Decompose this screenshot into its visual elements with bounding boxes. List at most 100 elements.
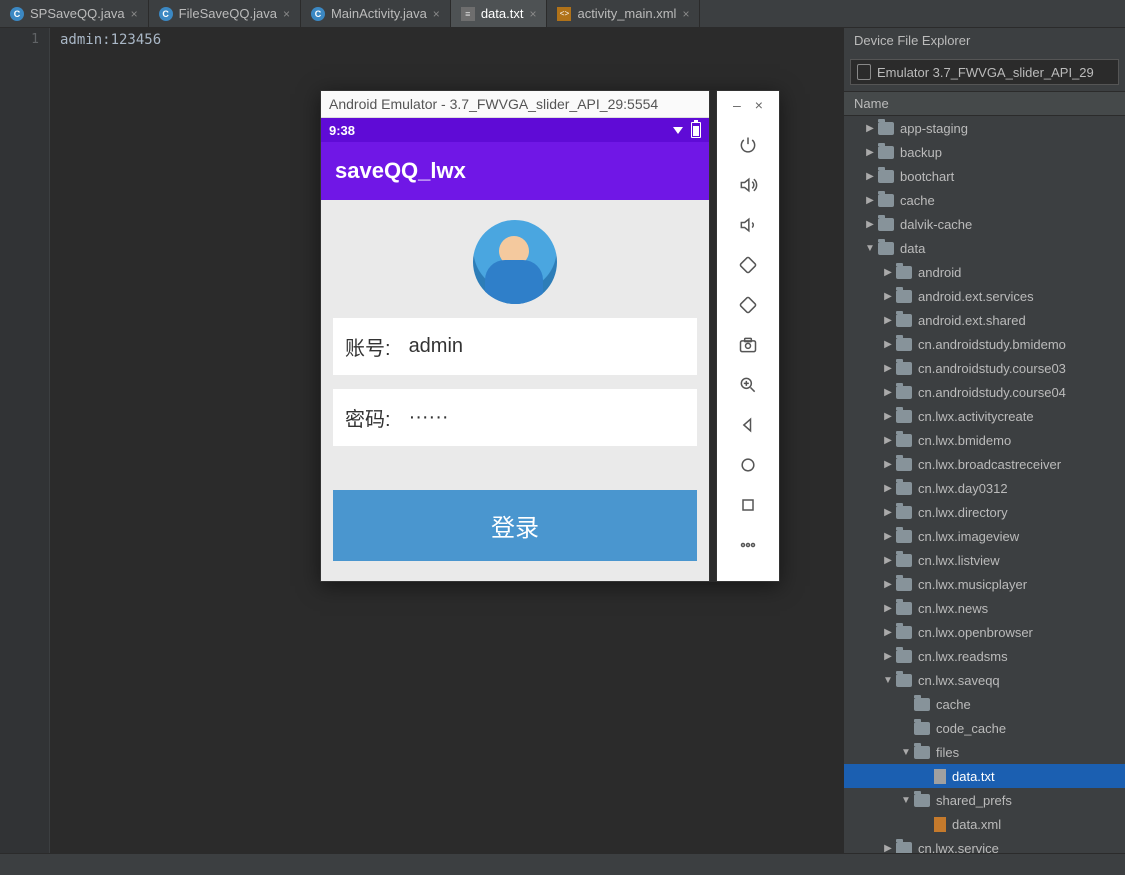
- close-icon[interactable]: ×: [529, 7, 536, 21]
- expand-arrow-icon[interactable]: ▶: [880, 267, 896, 278]
- expand-arrow-icon[interactable]: ▶: [880, 459, 896, 470]
- expand-arrow-icon[interactable]: ▶: [880, 531, 896, 542]
- tree-folder[interactable]: ▶cn.lwx.listview: [844, 548, 1125, 572]
- tree-folder[interactable]: ▼shared_prefs: [844, 788, 1125, 812]
- expand-arrow-icon[interactable]: ▶: [880, 651, 896, 662]
- tree-folder[interactable]: ▶app-staging: [844, 116, 1125, 140]
- tree-folder[interactable]: ▶cn.lwx.news: [844, 596, 1125, 620]
- editor-tabs: CSPSaveQQ.java×CFileSaveQQ.java×CMainAct…: [0, 0, 1125, 28]
- editor-tab[interactable]: CMainActivity.java×: [301, 0, 451, 27]
- tree-folder[interactable]: ▶android.ext.services: [844, 284, 1125, 308]
- expand-arrow-icon[interactable]: ▶: [880, 627, 896, 638]
- editor-tab[interactable]: ≡data.txt×: [451, 0, 548, 27]
- folder-icon: [914, 794, 930, 807]
- tree-folder[interactable]: ▼cn.lwx.saveqq: [844, 668, 1125, 692]
- tree-folder[interactable]: ▶cn.lwx.directory: [844, 500, 1125, 524]
- tree-folder[interactable]: ▶cn.lwx.broadcastreceiver: [844, 452, 1125, 476]
- folder-icon: [878, 170, 894, 183]
- rotate-right-icon[interactable]: [736, 293, 760, 317]
- expand-arrow-icon[interactable]: ▼: [862, 243, 878, 254]
- tree-folder[interactable]: ▶dalvik-cache: [844, 212, 1125, 236]
- expand-arrow-icon[interactable]: ▶: [880, 291, 896, 302]
- expand-arrow-icon[interactable]: ▶: [880, 555, 896, 566]
- xml-file-icon: <>: [557, 7, 571, 21]
- close-icon[interactable]: ×: [283, 7, 290, 21]
- tree-folder[interactable]: ▶cn.lwx.readsms: [844, 644, 1125, 668]
- camera-icon[interactable]: [736, 333, 760, 357]
- tree-folder[interactable]: ▶cn.androidstudy.bmidemo: [844, 332, 1125, 356]
- account-input[interactable]: [409, 335, 685, 358]
- tree-folder[interactable]: ▶cn.lwx.openbrowser: [844, 620, 1125, 644]
- account-field[interactable]: 账号:: [333, 318, 697, 375]
- tree-folder[interactable]: ▶cn.androidstudy.course04: [844, 380, 1125, 404]
- emulator-minimize[interactable]: –: [733, 97, 741, 113]
- expand-arrow-icon[interactable]: ▶: [880, 603, 896, 614]
- back-icon[interactable]: [736, 413, 760, 437]
- tree-folder[interactable]: ▶cn.lwx.musicplayer: [844, 572, 1125, 596]
- folder-icon: [878, 146, 894, 159]
- tree-folder[interactable]: ▶android.ext.shared: [844, 308, 1125, 332]
- folder-icon: [878, 218, 894, 231]
- expand-arrow-icon[interactable]: ▶: [880, 483, 896, 494]
- expand-arrow-icon[interactable]: ▶: [880, 363, 896, 374]
- expand-arrow-icon[interactable]: ▼: [898, 795, 914, 806]
- close-icon[interactable]: ×: [682, 7, 689, 21]
- home-icon[interactable]: [736, 453, 760, 477]
- expand-arrow-icon[interactable]: ▶: [880, 387, 896, 398]
- close-icon[interactable]: ×: [131, 7, 138, 21]
- txt-file-icon: [934, 769, 946, 784]
- tree-folder[interactable]: ▶backup: [844, 140, 1125, 164]
- tree-folder[interactable]: ▼files: [844, 740, 1125, 764]
- editor-tab[interactable]: <>activity_main.xml×: [547, 0, 700, 27]
- expand-arrow-icon[interactable]: ▼: [880, 675, 896, 686]
- emulator-close[interactable]: ×: [755, 97, 763, 113]
- expand-arrow-icon[interactable]: ▶: [880, 579, 896, 590]
- expand-arrow-icon[interactable]: ▶: [880, 339, 896, 350]
- expand-arrow-icon[interactable]: ▶: [880, 435, 896, 446]
- tree-folder[interactable]: ▶bootchart: [844, 164, 1125, 188]
- expand-arrow-icon[interactable]: ▶: [862, 123, 878, 134]
- editor-tab[interactable]: CSPSaveQQ.java×: [0, 0, 149, 27]
- tab-label: MainActivity.java: [331, 6, 427, 21]
- expand-arrow-icon[interactable]: ▼: [898, 747, 914, 758]
- tree-folder[interactable]: ▶cn.androidstudy.course03: [844, 356, 1125, 380]
- tree-folder[interactable]: ▶cn.lwx.activitycreate: [844, 404, 1125, 428]
- tree-folder[interactable]: ▶cn.lwx.imageview: [844, 524, 1125, 548]
- expand-arrow-icon[interactable]: ▶: [880, 411, 896, 422]
- expand-arrow-icon[interactable]: ▶: [862, 171, 878, 182]
- login-button[interactable]: 登录: [333, 490, 697, 561]
- tree-folder[interactable]: code_cache: [844, 716, 1125, 740]
- expand-arrow-icon[interactable]: ▶: [880, 843, 896, 854]
- tree-file[interactable]: data.xml: [844, 812, 1125, 836]
- tree-folder[interactable]: ▶ android: [844, 260, 1125, 284]
- password-label: 密码:: [345, 403, 391, 432]
- volume-up-icon[interactable]: [736, 173, 760, 197]
- zoom-icon[interactable]: [736, 373, 760, 397]
- password-field[interactable]: 密码:: [333, 389, 697, 446]
- close-icon[interactable]: ×: [433, 7, 440, 21]
- volume-down-icon[interactable]: [736, 213, 760, 237]
- device-selector[interactable]: Emulator 3.7_FWVGA_slider_API_29: [850, 59, 1119, 85]
- overview-icon[interactable]: [736, 493, 760, 517]
- editor-tab[interactable]: CFileSaveQQ.java×: [149, 0, 301, 27]
- expand-arrow-icon[interactable]: ▶: [862, 195, 878, 206]
- emulator-title: Android Emulator - 3.7_FWVGA_slider_API_…: [321, 91, 709, 118]
- node-label: android: [918, 265, 961, 280]
- tree-folder[interactable]: cache: [844, 692, 1125, 716]
- power-icon[interactable]: [736, 133, 760, 157]
- tree-folder[interactable]: ▶cn.lwx.bmidemo: [844, 428, 1125, 452]
- folder-icon: [914, 698, 930, 711]
- tree-folder[interactable]: ▶cache: [844, 188, 1125, 212]
- password-input[interactable]: [409, 406, 685, 429]
- tree-file[interactable]: data.txt: [844, 764, 1125, 788]
- more-icon[interactable]: [736, 533, 760, 557]
- tree-folder[interactable]: ▶cn.lwx.day0312: [844, 476, 1125, 500]
- tree-column-header[interactable]: Name: [844, 91, 1125, 116]
- tree-folder[interactable]: ▶cn.lwx.service: [844, 836, 1125, 853]
- expand-arrow-icon[interactable]: ▶: [862, 147, 878, 158]
- expand-arrow-icon[interactable]: ▶: [880, 315, 896, 326]
- expand-arrow-icon[interactable]: ▶: [880, 507, 896, 518]
- expand-arrow-icon[interactable]: ▶: [862, 219, 878, 230]
- rotate-left-icon[interactable]: [736, 253, 760, 277]
- tree-folder[interactable]: ▼data: [844, 236, 1125, 260]
